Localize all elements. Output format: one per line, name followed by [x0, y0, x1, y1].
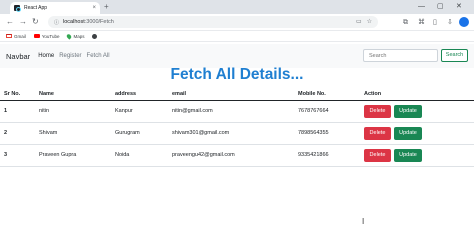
column-header: Name [39, 88, 115, 101]
new-tab-button[interactable]: + [104, 2, 109, 12]
cast-icon[interactable]: ▭ [356, 16, 362, 28]
react-favicon-icon [14, 5, 21, 12]
bookmark-star-icon[interactable]: ☆ [367, 16, 372, 28]
nav-link-register[interactable]: Register [59, 53, 81, 59]
cell-action: Delete Update [364, 122, 474, 145]
nav-link-fetch-all[interactable]: Fetch All [87, 53, 110, 59]
cell-action: Delete Update [364, 100, 474, 123]
table-row: 3 Praveen Gupra Noida praveengu42@gmail.… [0, 144, 474, 167]
cell-mobile: 9335421866 [298, 144, 364, 167]
gmail-icon [6, 34, 12, 38]
back-arrow-icon[interactable]: ← [6, 17, 14, 27]
cell-sr: 2 [0, 122, 39, 145]
nav-link-home[interactable]: Home [38, 53, 54, 59]
extensions-icon[interactable]: ⧉ [403, 18, 408, 27]
column-header: Action [364, 88, 474, 101]
browser-tab-strip: React App × + — ▢ ✕ [0, 0, 474, 14]
search-input[interactable] [363, 49, 438, 62]
globe-icon [92, 33, 98, 39]
delete-button[interactable]: Delete [364, 148, 391, 162]
app-navbar: Navbar Home Register Fetch All Search [0, 44, 474, 68]
cell-name: nitin [39, 100, 115, 123]
url-path: :3000/Fetch [84, 19, 114, 25]
delete-button[interactable]: Delete [364, 126, 391, 140]
cell-name: Shivam [39, 122, 115, 145]
update-button[interactable]: Update [394, 126, 422, 140]
delete-button[interactable]: Delete [364, 104, 391, 118]
text-cursor-icon: I [362, 217, 365, 226]
browser-tab[interactable]: React App × [10, 2, 100, 14]
table-header-row: Sr No. Name address email Mobile No. Act… [0, 88, 474, 101]
cell-mobile: 7898564355 [298, 122, 364, 145]
sidebar-icon[interactable]: ▯ [433, 18, 437, 27]
navbar-brand[interactable]: Navbar [6, 52, 30, 61]
cell-sr: 3 [0, 144, 39, 167]
cell-email: shivam301@gmail.com [172, 122, 298, 145]
search-button[interactable]: Search [441, 49, 468, 62]
cell-email: praveengu42@gmail.com [172, 144, 298, 167]
column-header: email [172, 88, 298, 101]
page-title: Fetch All Details... [170, 66, 304, 83]
cell-address: Noida [115, 144, 172, 167]
close-window-button[interactable]: ✕ [456, 2, 462, 12]
tab-title: React App [24, 5, 48, 11]
column-header: Sr No. [0, 88, 39, 101]
maximize-button[interactable]: ▢ [437, 2, 444, 12]
address-bar[interactable]: ⓘ localhost:3000/Fetch ▭ ☆ [48, 16, 378, 28]
details-table: Sr No. Name address email Mobile No. Act… [0, 88, 474, 167]
bookmark-label: Maps [73, 33, 85, 39]
table-row: 2 Shivam Gurugram shivam301@gmail.com 78… [0, 122, 474, 145]
url-host: localhost [63, 19, 85, 25]
cell-email: nitin@gmail.com [172, 100, 298, 123]
tab-close-icon[interactable]: × [92, 5, 96, 11]
youtube-icon [33, 34, 40, 38]
minimize-button[interactable]: — [418, 2, 425, 12]
cell-address: Gurugram [115, 122, 172, 145]
table-row: 1 nitin Kanpur nitin@gmail.com 767876766… [0, 100, 474, 123]
forward-arrow-icon[interactable]: → [19, 17, 27, 27]
bookmark-maps[interactable]: Maps [66, 32, 85, 40]
bookmarks-bar: Gmail YouTube Maps [0, 31, 474, 42]
profile-avatar[interactable] [459, 17, 469, 27]
cell-name: Praveen Gupra [39, 144, 115, 167]
bookmark-label: Gmail [14, 33, 26, 39]
cell-address: Kanpur [115, 100, 172, 123]
puzzle-icon[interactable]: ⌘ [418, 18, 425, 27]
bookmark-globe[interactable] [92, 33, 98, 39]
browser-toolbar: ← → ↻ ⓘ localhost:3000/Fetch ▭ ☆ ⧉ ⌘ ▯ ⇩ [0, 14, 474, 31]
cell-mobile: 7678767664 [298, 100, 364, 123]
site-info-icon[interactable]: ⓘ [54, 19, 59, 26]
cell-sr: 1 [0, 100, 39, 123]
column-header: address [115, 88, 172, 101]
reload-icon[interactable]: ↻ [32, 17, 39, 27]
update-button[interactable]: Update [394, 104, 422, 118]
bookmark-youtube[interactable]: YouTube [33, 33, 60, 39]
maps-icon [66, 32, 73, 40]
cell-action: Delete Update [364, 144, 474, 167]
bookmark-gmail[interactable]: Gmail [6, 34, 26, 39]
downloads-icon[interactable]: ⇩ [447, 18, 453, 27]
column-header: Mobile No. [298, 88, 364, 101]
bookmark-label: YouTube [41, 33, 60, 39]
update-button[interactable]: Update [394, 148, 422, 162]
